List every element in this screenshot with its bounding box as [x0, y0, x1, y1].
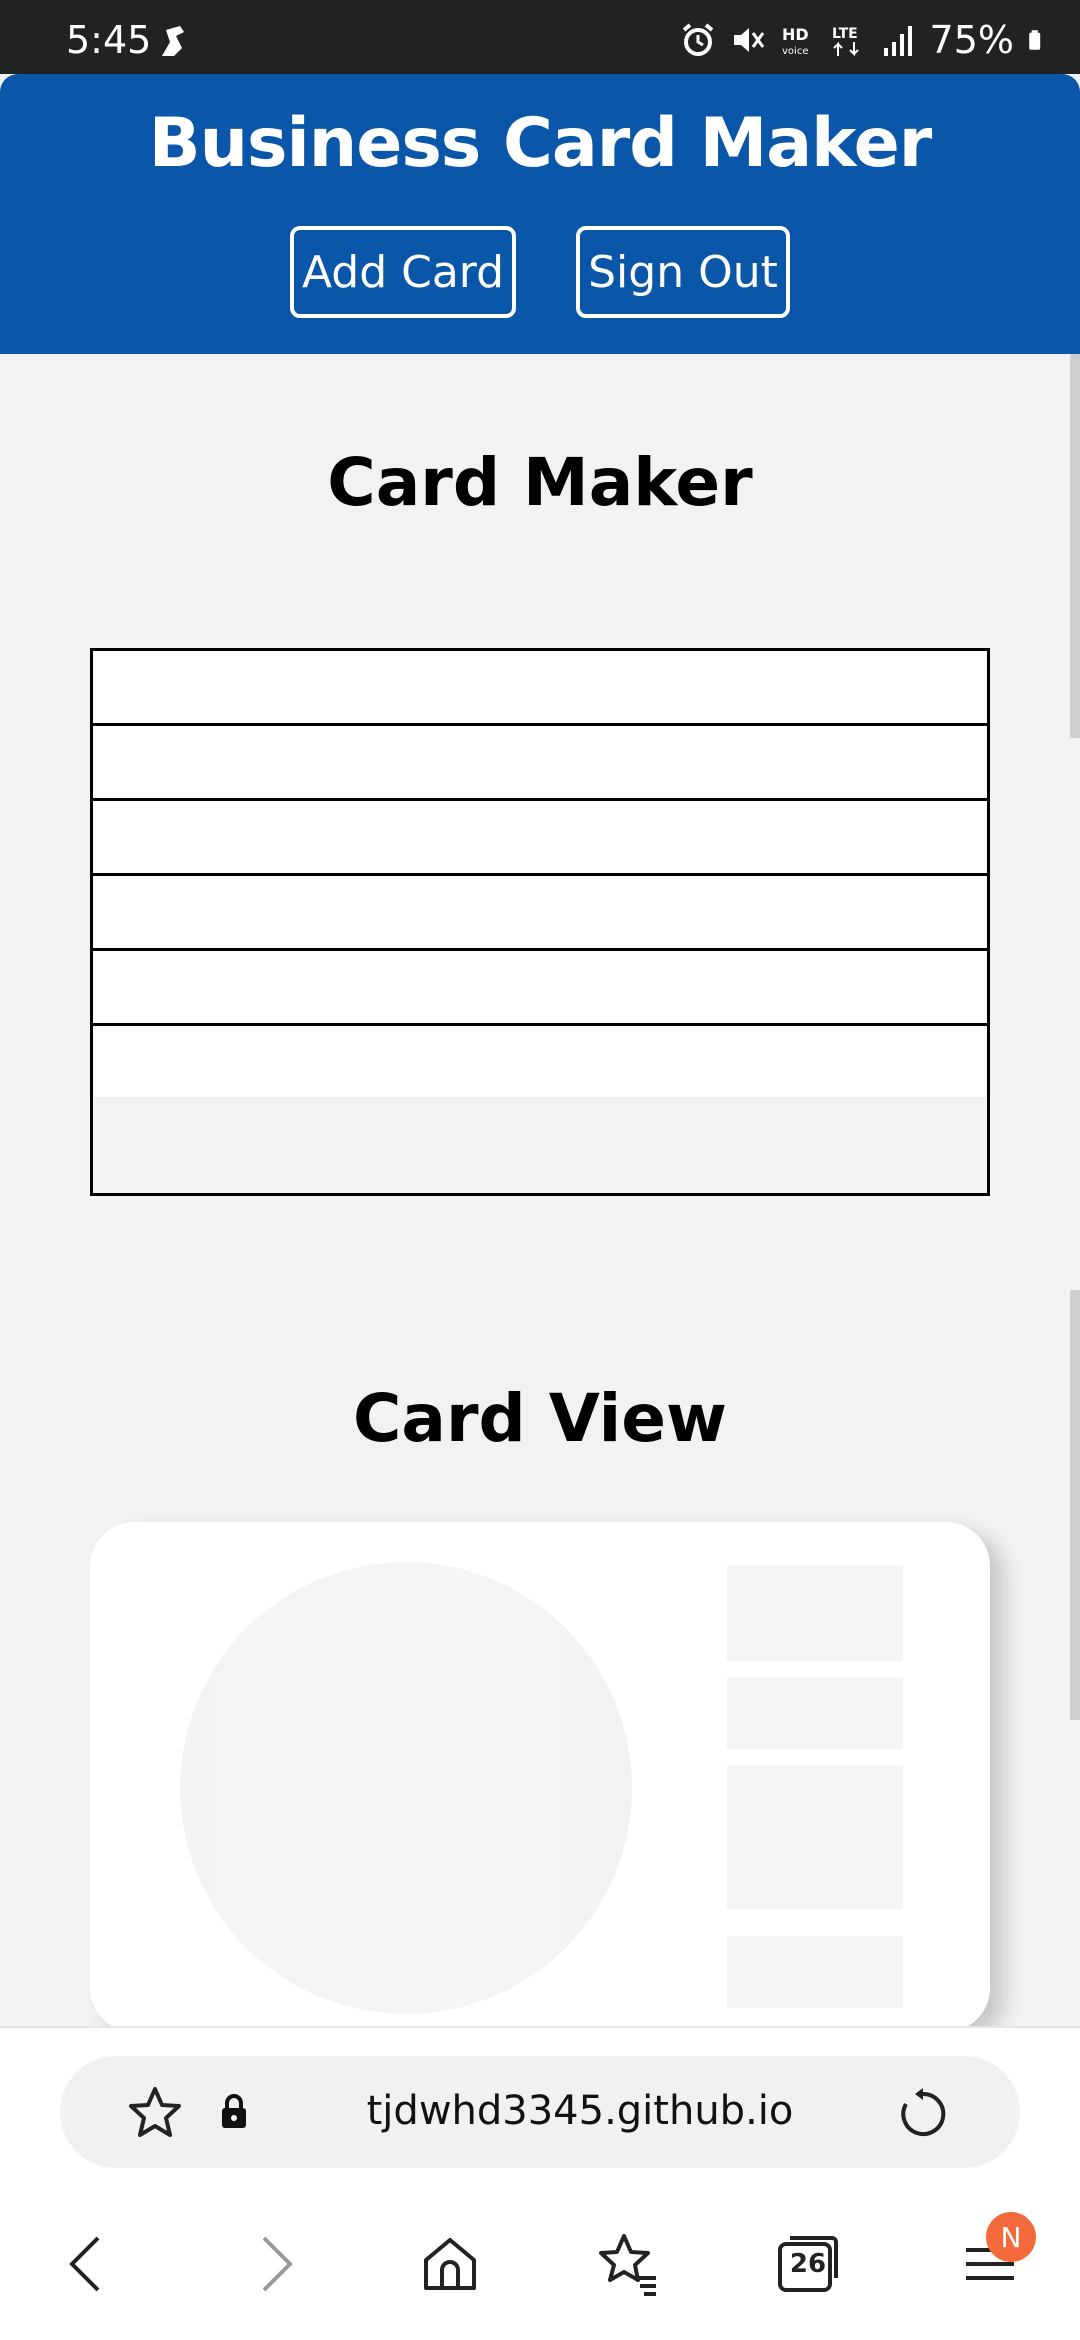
- scrollbar-thumb[interactable]: [1070, 354, 1080, 738]
- back-icon[interactable]: [56, 2232, 120, 2296]
- card-preview: [90, 1522, 990, 2032]
- lock-icon: [222, 2094, 246, 2128]
- hd-voice-icon: HD voice: [782, 25, 809, 57]
- form-input-email[interactable]: [93, 951, 987, 1026]
- card-maker-title: Card Maker: [327, 444, 753, 521]
- lte-icon: LTE: [832, 26, 859, 57]
- form-file-button[interactable]: [93, 1097, 543, 1193]
- alarm-icon: [682, 23, 713, 56]
- form-input-name[interactable]: [93, 651, 987, 726]
- accessibility-icon: [162, 26, 184, 56]
- svg-text:HD: HD: [782, 25, 809, 44]
- notification-badge: N: [986, 2212, 1036, 2262]
- status-bar: 5:45 HD voice LTE 75%: [0, 0, 1080, 74]
- svg-text:LTE: LTE: [832, 26, 858, 42]
- mute-icon: [733, 28, 764, 52]
- add-card-button[interactable]: Add Card: [290, 226, 516, 318]
- form-input-company[interactable]: [93, 726, 987, 801]
- signal-icon: [883, 26, 912, 56]
- card-text-placeholder: [727, 1936, 903, 2008]
- browser-toolbar: tjdwhd3345.github.io 26 N: [0, 2026, 1080, 2340]
- scrollbar-thumb-secondary[interactable]: [1070, 1290, 1080, 1720]
- card-view-title: Card View: [352, 1380, 728, 1457]
- browser-nav-row: 26 N: [0, 2212, 1080, 2318]
- battery-percent: 75%: [929, 18, 1014, 62]
- address-bar[interactable]: tjdwhd3345.github.io: [60, 2056, 1020, 2168]
- bookmarks-icon[interactable]: [596, 2232, 660, 2296]
- reload-icon[interactable]: [896, 2086, 950, 2140]
- tab-count: 26: [789, 2249, 827, 2279]
- forward-icon[interactable]: [242, 2232, 306, 2296]
- form-input-title[interactable]: [93, 876, 987, 951]
- app-header: Business Card Maker Add Card Sign Out: [0, 74, 1080, 354]
- card-avatar-placeholder: [180, 1562, 632, 2014]
- card-text-placeholder: [727, 1677, 903, 1749]
- bookmark-star-icon[interactable]: [126, 2084, 184, 2142]
- home-icon[interactable]: [418, 2232, 482, 2296]
- app-title: Business Card Maker: [148, 104, 932, 183]
- form-submit-button[interactable]: [540, 1097, 987, 1193]
- tabs-button[interactable]: 26: [776, 2232, 840, 2296]
- battery-icon: [1029, 30, 1041, 50]
- status-time: 5:45: [66, 18, 152, 62]
- sign-out-button[interactable]: Sign Out: [576, 226, 790, 318]
- svg-text:voice: voice: [782, 46, 808, 57]
- card-text-placeholder: [727, 1565, 903, 1661]
- status-icons: HD voice LTE 75%: [680, 18, 1050, 62]
- url-text: tjdwhd3345.github.io: [366, 2088, 794, 2134]
- form-input-message[interactable]: [93, 1026, 987, 1101]
- card-text-placeholder: [727, 1765, 903, 1909]
- form-input-theme[interactable]: [93, 801, 987, 876]
- card-maker-form: [90, 648, 990, 1196]
